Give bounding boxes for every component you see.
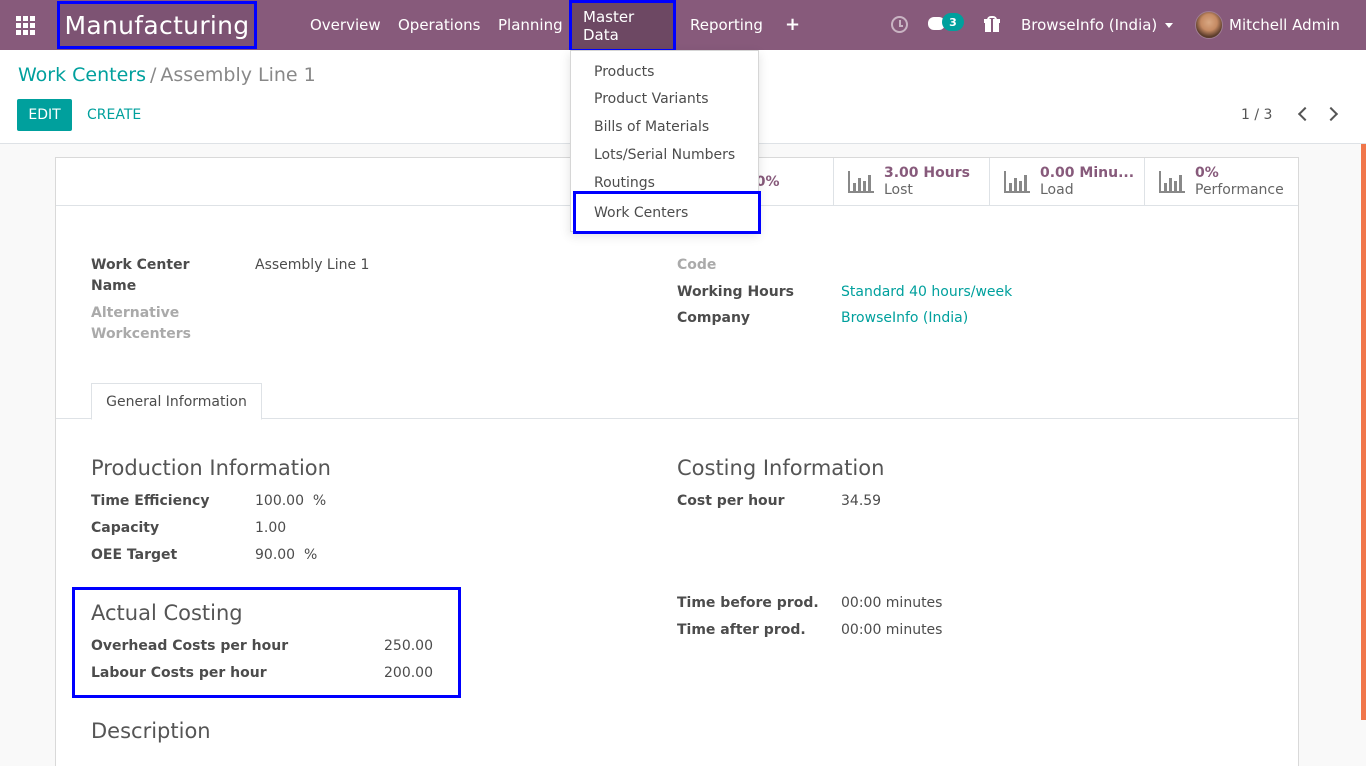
work-center-name-value: Assembly Line 1	[255, 257, 370, 273]
pager-value[interactable]: 1 / 3	[1241, 107, 1272, 123]
working-hours-link[interactable]: Standard 40 hours/week	[841, 282, 1012, 303]
costing-information-title: Costing Information	[677, 456, 885, 480]
menu-master-data[interactable]: Master Data	[569, 0, 676, 52]
bar-chart-icon	[1004, 171, 1032, 193]
stat-value: 0.00 Minu...	[1040, 165, 1135, 181]
stat-value: 0%	[1195, 165, 1219, 181]
chat-badge: 3	[942, 13, 964, 31]
overhead-costs-label: Overhead Costs per hour	[91, 638, 289, 654]
stat-value: 3.00 Hours	[884, 165, 970, 181]
menu-item-lots-serial-numbers[interactable]: Lots/Serial Numbers	[594, 147, 735, 163]
code-label: Code	[677, 257, 717, 273]
cost-per-hour-label: Cost per hour	[677, 493, 785, 509]
form-sheet: 00% 3.00 Hours Lost 0.00 Minu... Load 0%…	[55, 157, 1299, 766]
oee-target-label: OEE Target	[91, 547, 178, 563]
clock-icon[interactable]	[891, 16, 908, 33]
chevron-right-icon[interactable]	[1323, 106, 1339, 122]
production-information-title: Production Information	[91, 456, 331, 480]
breadcrumb-separator: /	[150, 64, 157, 86]
time-efficiency-label: Time Efficiency	[91, 493, 210, 509]
labour-costs-label: Labour Costs per hour	[91, 665, 267, 681]
master-data-dropdown: Products Product Variants Bills of Mater…	[570, 50, 761, 234]
company-name: BrowseInfo (India)	[1021, 16, 1158, 34]
menu-item-work-centers[interactable]: Work Centers	[573, 191, 761, 234]
company-label: Company	[677, 310, 751, 326]
stat-label: Lost	[884, 182, 913, 198]
breadcrumb-work-centers[interactable]: Work Centers	[18, 64, 146, 86]
work-center-name-label: Work Center Name	[91, 257, 190, 294]
gift-icon[interactable]	[984, 16, 1000, 32]
menu-item-bills-of-materials[interactable]: Bills of Materials	[594, 119, 709, 135]
oee-target-value: 90.00 %	[255, 547, 318, 563]
time-before-prod-value: 00:00 minutes	[841, 595, 943, 611]
stat-button-performance[interactable]: 0% Performance	[1144, 158, 1298, 206]
capacity-value: 1.00	[255, 520, 287, 536]
add-menu-icon[interactable]: +	[785, 14, 800, 35]
capacity-label: Capacity	[91, 520, 160, 536]
menu-overview[interactable]: Overview	[299, 0, 392, 50]
time-after-prod-value: 00:00 minutes	[841, 622, 943, 638]
actual-costing-title: Actual Costing	[91, 601, 243, 625]
stat-label: Performance	[1195, 182, 1284, 198]
menu-item-routings[interactable]: Routings	[594, 175, 655, 191]
avatar[interactable]	[1195, 11, 1223, 39]
bar-chart-icon	[1159, 171, 1187, 193]
user-name[interactable]: Mitchell Admin	[1229, 0, 1340, 50]
stat-button-load[interactable]: 0.00 Minu... Load	[989, 158, 1144, 206]
overhead-costs-value: 250.00	[384, 638, 433, 654]
breadcrumb: Work Centers / Assembly Line 1	[18, 64, 316, 86]
menu-operations[interactable]: Operations	[387, 0, 491, 50]
time-before-prod-label: Time before prod.	[677, 595, 819, 611]
tab-general-information[interactable]: General Information	[91, 383, 262, 420]
app-name[interactable]: Manufacturing	[57, 1, 257, 49]
stat-button-lost[interactable]: 3.00 Hours Lost	[833, 158, 989, 206]
menu-item-product-variants[interactable]: Product Variants	[594, 91, 709, 107]
bar-chart-icon	[848, 171, 876, 193]
alternative-workcenters-label: Alternative Workcenters	[91, 305, 191, 342]
company-link[interactable]: BrowseInfo (India)	[841, 308, 968, 329]
menu-reporting[interactable]: Reporting	[679, 0, 774, 50]
company-switcher[interactable]: BrowseInfo (India)	[1021, 0, 1174, 50]
cost-per-hour-value: 34.59	[841, 493, 882, 509]
breadcrumb-current: Assembly Line 1	[160, 64, 316, 86]
scrollbar[interactable]	[1361, 144, 1366, 720]
time-efficiency-value: 100.00 %	[255, 493, 327, 509]
chevron-left-icon[interactable]	[1297, 106, 1313, 122]
working-hours-label: Working Hours	[677, 284, 794, 300]
labour-costs-value: 200.00	[384, 665, 433, 681]
description-title: Description	[91, 719, 211, 743]
chevron-down-icon	[1165, 22, 1174, 28]
create-button[interactable]: CREATE	[87, 99, 141, 131]
top-navbar: Manufacturing Overview Operations Planni…	[0, 0, 1366, 52]
menu-planning[interactable]: Planning	[487, 0, 574, 50]
menu-item-products[interactable]: Products	[594, 64, 654, 80]
stat-label: Load	[1040, 182, 1074, 198]
time-after-prod-label: Time after prod.	[677, 622, 806, 638]
apps-icon[interactable]	[16, 15, 38, 35]
edit-button[interactable]: EDIT	[17, 99, 72, 131]
